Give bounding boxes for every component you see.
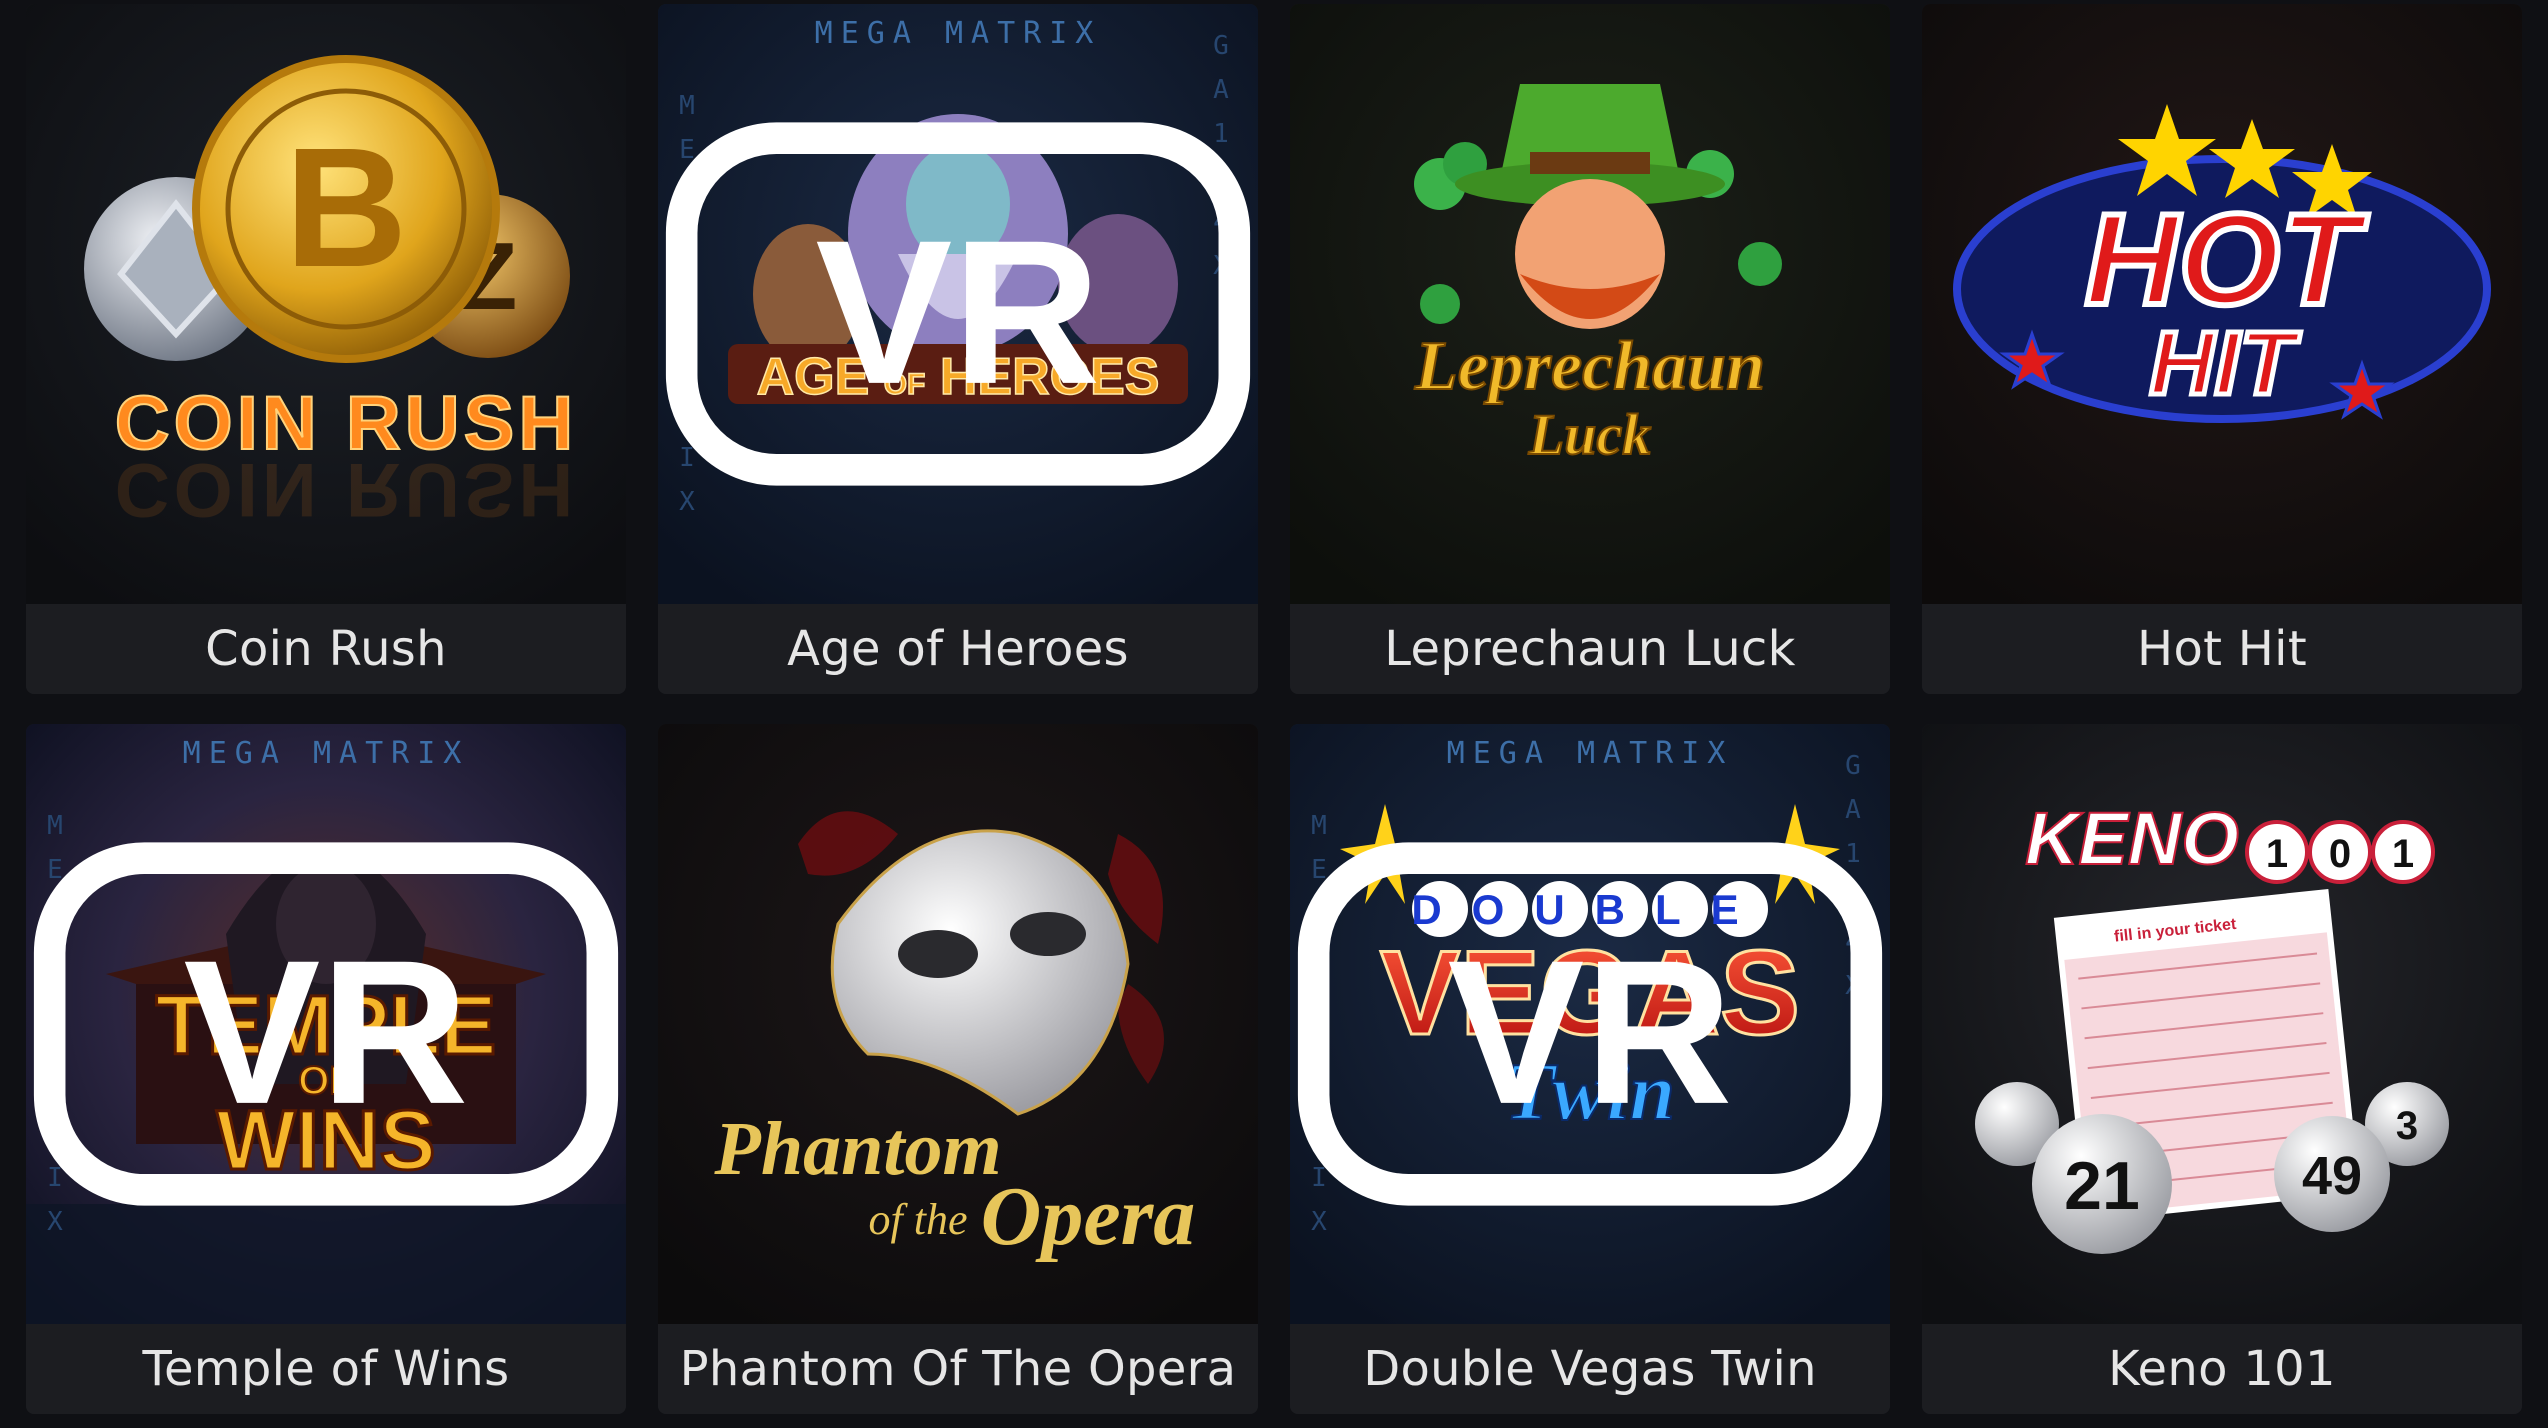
game-title[interactable]: Temple of Wins [26,1324,626,1414]
keno-ball-number: 49 [2302,1146,2362,1206]
svg-text:VR: VR [1447,918,1732,1147]
keno-101-artwork: KENO 1 0 1 fill in your ticket 21 49 3 [1922,724,2522,1324]
svg-text:VR: VR [183,918,468,1147]
game-card-age-of-heroes[interactable]: AGE OF HEROES MEGAMATRIX GA1B4X MEGA MAT… [658,4,1258,694]
phantom-logo-line2: Opera [981,1170,1196,1263]
game-title[interactable]: Keno 101 [1922,1324,2522,1414]
phantom-logo-mid: of the [869,1195,968,1244]
game-card-coin-rush[interactable]: Z B COIN RUSH COIN RUSH Coin Rush [26,4,626,694]
svg-text:VR: VR [815,198,1100,427]
game-thumbnail[interactable]: Leprechaun Luck [1290,4,1890,604]
keno-logo-ball: 1 [2392,832,2414,876]
vr-badge-icon: VR [33,842,619,1206]
svg-text:B: B [285,113,408,303]
coin-rush-artwork: Z B COIN RUSH COIN RUSH [26,4,626,604]
game-thumbnail[interactable]: Z B COIN RUSH COIN RUSH [26,4,626,604]
keno-logo-ball: 1 [2266,832,2288,876]
phantom-artwork: Phantom of the Opera [658,724,1258,1324]
game-title[interactable]: Leprechaun Luck [1290,604,1890,694]
game-thumbnail[interactable]: DOUBLE VEGAS Twin MEGAMATRIX GA1B4X MEGA… [1290,724,1890,1324]
game-thumbnail[interactable]: HOT HIT [1922,4,2522,604]
keno-logo-ball: 0 [2329,832,2351,876]
game-card-keno-101[interactable]: KENO 1 0 1 fill in your ticket 21 49 3 K… [1922,724,2522,1414]
vr-badge-icon: VR [1297,842,1883,1206]
game-title[interactable]: Coin Rush [26,604,626,694]
game-card-phantom-of-the-opera[interactable]: Phantom of the Opera Phantom Of The Oper… [658,724,1258,1414]
leprechaun-logo-line1: Leprechaun [1414,328,1765,405]
leprechaun-luck-artwork: Leprechaun Luck [1290,4,1890,604]
game-title[interactable]: Age of Heroes [658,604,1258,694]
game-card-leprechaun-luck[interactable]: Leprechaun Luck Leprechaun Luck [1290,4,1890,694]
keno-logo-text: KENO [2025,797,2239,880]
hot-hit-logo-line2: HIT [2150,314,2302,414]
game-thumbnail[interactable]: TEMPLE OF WINS MEGAMATRIX MEGA MATRIX VR [26,724,626,1324]
game-title[interactable]: Hot Hit [1922,604,2522,694]
hot-hit-logo-line1: HOT [2085,186,2369,332]
game-card-temple-of-wins[interactable]: TEMPLE OF WINS MEGAMATRIX MEGA MATRIX VR… [26,724,626,1414]
game-title[interactable]: Double Vegas Twin [1290,1324,1890,1414]
game-thumbnail[interactable]: KENO 1 0 1 fill in your ticket 21 49 3 [1922,724,2522,1324]
game-thumbnail[interactable]: AGE OF HEROES MEGAMATRIX GA1B4X MEGA MAT… [658,4,1258,604]
hot-hit-artwork: HOT HIT [1922,4,2522,604]
game-thumbnail[interactable]: Phantom of the Opera [658,724,1258,1324]
keno-ball-number: 21 [2064,1148,2140,1224]
keno-ball-number: 3 [2396,1104,2418,1148]
phantom-logo-line1: Phantom [713,1107,1001,1191]
game-grid: Z B COIN RUSH COIN RUSH Coin Rush AGE OF… [26,4,2522,1414]
leprechaun-logo-line2: Luck [1528,402,1651,467]
game-card-double-vegas-twin[interactable]: DOUBLE VEGAS Twin MEGAMATRIX GA1B4X MEGA… [1290,724,1890,1414]
game-title[interactable]: Phantom Of The Opera [658,1324,1258,1414]
game-card-hot-hit[interactable]: HOT HIT Hot Hit [1922,4,2522,694]
coin-rush-logo-reflection: COIN RUSH [115,447,577,532]
vr-badge-icon: VR [665,122,1251,486]
